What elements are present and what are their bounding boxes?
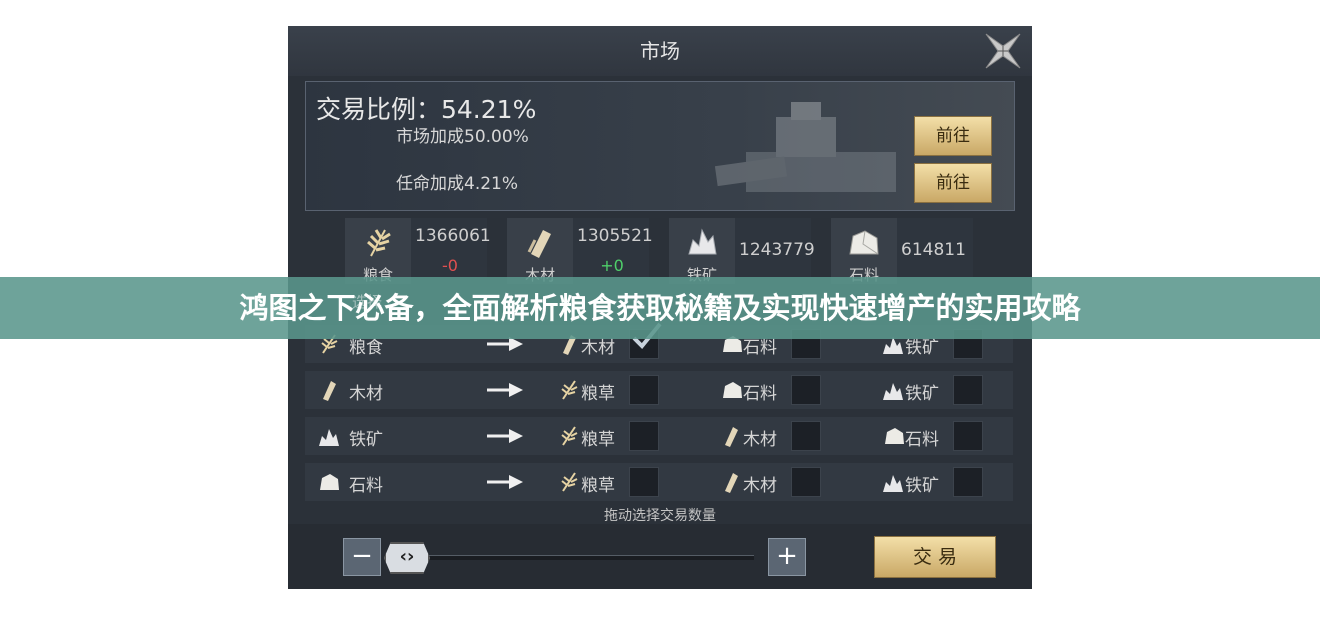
- stone-icon: [723, 382, 742, 398]
- quantity-bar: − ‹› + 交 易: [288, 524, 1032, 589]
- iron-ore-icon: [883, 383, 903, 400]
- exchange-row-iron: 铁矿 粮草 木材 石料: [305, 417, 1013, 455]
- resource-amount: 1243779: [739, 240, 815, 260]
- target-cell[interactable]: 铁矿: [877, 463, 989, 501]
- iron-ore-icon: [319, 429, 339, 446]
- wood-icon: [527, 230, 551, 258]
- go-button-market[interactable]: 前往: [914, 116, 992, 156]
- trade-ratio: 交易比例：54.21%: [316, 95, 537, 124]
- trade-ratio-panel: 交易比例：54.21% 市场加成50.00% 任命加成4.21% 前往 前往: [305, 81, 1015, 211]
- target-label: 铁矿: [905, 476, 939, 496]
- quantity-slider-track[interactable]: [428, 555, 754, 560]
- wood-icon: [725, 473, 738, 493]
- banner-title: 鸿图之下必备，全面解析粮食获取秘籍及实现快速增产的实用攻略: [239, 291, 1081, 325]
- slider-handle[interactable]: ‹›: [384, 542, 430, 574]
- grain-icon: [561, 472, 578, 492]
- market-bonus: 市场加成50.00%: [396, 127, 529, 147]
- title-bar: 市场: [288, 26, 1032, 76]
- target-checkbox[interactable]: [629, 375, 659, 405]
- source-label: 石料: [349, 476, 383, 496]
- target-checkbox[interactable]: [953, 467, 983, 497]
- wood-icon: [323, 381, 336, 401]
- go-button-task[interactable]: 前往: [914, 163, 992, 203]
- title-banner: 选择 鸿图之下必备，全面解析粮食获取秘籍及实现快速增产的实用攻略: [0, 277, 1320, 339]
- stone-icon: [849, 230, 879, 255]
- target-checkbox[interactable]: [953, 375, 983, 405]
- resource-delta: +0: [600, 256, 624, 275]
- desk-illustration: [714, 102, 896, 192]
- target-cell[interactable]: 粮草: [553, 417, 665, 455]
- grain-icon: [561, 380, 578, 400]
- minus-button[interactable]: −: [343, 538, 381, 576]
- plus-button[interactable]: +: [768, 538, 806, 576]
- stone-icon-box: 石料: [831, 218, 897, 284]
- target-checkbox[interactable]: [791, 467, 821, 497]
- arrow-right-icon: [487, 383, 523, 397]
- resource-iron: 铁矿 1243779: [669, 218, 815, 284]
- target-cell[interactable]: 木材: [715, 417, 827, 455]
- close-icon[interactable]: [980, 28, 1026, 74]
- resource-stone: 石料 614811: [831, 218, 973, 284]
- grain-icon: [367, 229, 391, 257]
- resource-amount: 614811: [901, 240, 966, 260]
- target-cell[interactable]: 粮草: [553, 371, 665, 409]
- target-label: 石料: [743, 384, 777, 404]
- target-cell[interactable]: 粮草: [553, 463, 665, 501]
- grain-icon-box: 粮食: [345, 218, 411, 284]
- iron-ore-icon: [688, 228, 717, 255]
- drag-hint: 拖动选择交易数量: [604, 508, 716, 524]
- resource-amount: 1305521: [577, 226, 653, 246]
- panel-title: 市场: [640, 39, 680, 63]
- source-label: 木材: [349, 384, 383, 404]
- stone-icon: [885, 428, 904, 444]
- wood-icon-box: 木材: [507, 218, 573, 284]
- arrow-right-icon: [487, 429, 523, 443]
- source-label: 铁矿: [349, 430, 383, 450]
- target-label: 粮草: [581, 476, 615, 496]
- wood-icon: [725, 427, 738, 447]
- target-checkbox[interactable]: [791, 375, 821, 405]
- target-label: 木材: [743, 476, 777, 496]
- target-label: 粮草: [581, 430, 615, 450]
- iron-icon-box: 铁矿: [669, 218, 735, 284]
- target-cell[interactable]: 石料: [877, 417, 989, 455]
- target-label: 铁矿: [905, 384, 939, 404]
- resource-grain: 粮食 1366061 -0: [345, 218, 491, 284]
- resource-amount: 1366061: [415, 226, 491, 246]
- target-checkbox[interactable]: [791, 421, 821, 451]
- target-checkbox[interactable]: [953, 421, 983, 451]
- target-checkbox[interactable]: [629, 467, 659, 497]
- grain-icon: [561, 426, 578, 446]
- resource-delta: -0: [442, 256, 458, 275]
- target-cell[interactable]: 木材: [715, 463, 827, 501]
- target-label: 木材: [743, 430, 777, 450]
- target-label: 粮草: [581, 384, 615, 404]
- target-checkbox[interactable]: [629, 421, 659, 451]
- stone-icon: [320, 474, 339, 490]
- trade-button[interactable]: 交 易: [874, 536, 996, 578]
- target-cell[interactable]: 石料: [715, 371, 827, 409]
- target-label: 石料: [905, 430, 939, 450]
- task-bonus: 任命加成4.21%: [396, 174, 519, 194]
- exchange-row-wood: 木材 粮草 石料 铁矿: [305, 371, 1013, 409]
- arrow-right-icon: [487, 475, 523, 489]
- target-cell[interactable]: 铁矿: [877, 371, 989, 409]
- iron-ore-icon: [883, 475, 903, 492]
- resource-wood: 木材 1305521 +0: [507, 218, 653, 284]
- exchange-row-stone: 石料 粮草 木材 铁矿: [305, 463, 1013, 501]
